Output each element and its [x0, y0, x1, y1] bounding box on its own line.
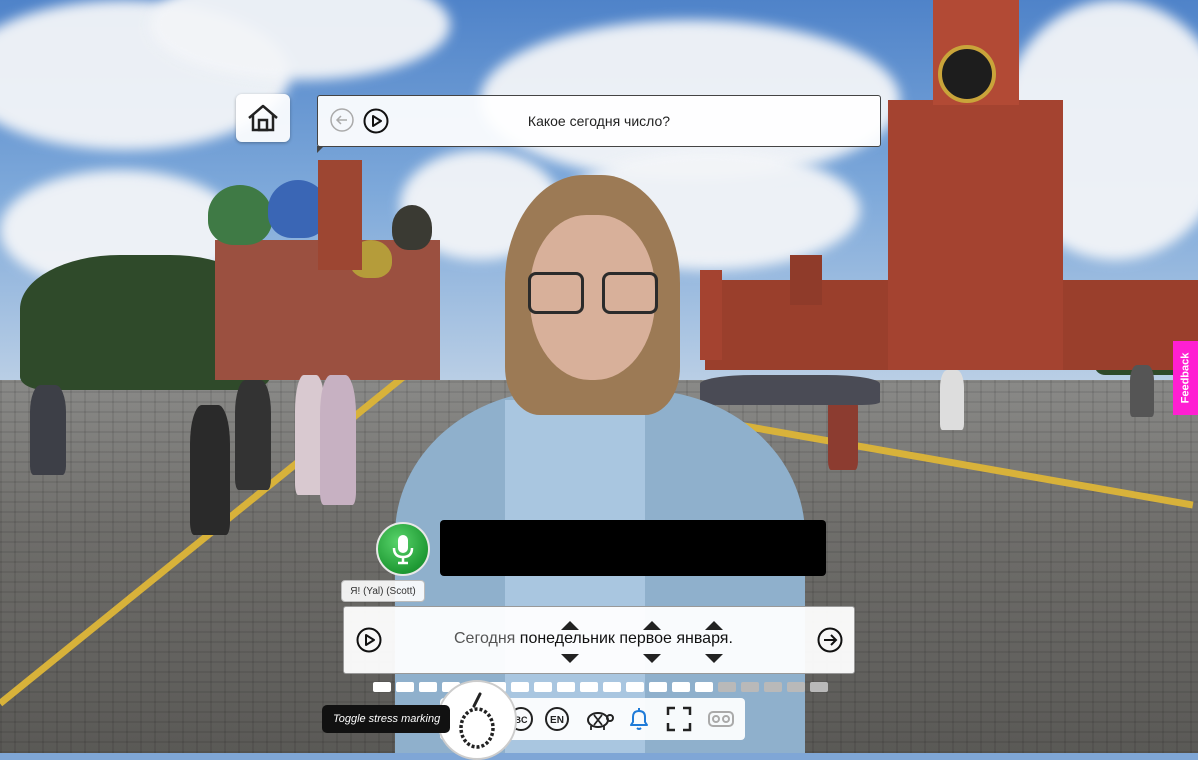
speaker-glasses	[602, 272, 658, 314]
pedestrian	[940, 370, 964, 430]
speech-transcript-box	[440, 520, 826, 576]
progress-segment	[649, 682, 667, 692]
progress-segment	[764, 682, 782, 692]
progress-segment	[534, 682, 552, 692]
speaker-glasses	[528, 272, 584, 314]
progress-segment	[695, 682, 713, 692]
pedestrian	[30, 385, 66, 475]
pedestrian	[235, 380, 271, 490]
word-stepper-1[interactable]	[559, 621, 581, 663]
progress-segment	[511, 682, 529, 692]
small-tower	[700, 270, 722, 360]
stepper-down-icon[interactable]	[561, 654, 579, 663]
fullscreen-icon[interactable]	[666, 706, 692, 732]
english-icon[interactable]: EN	[544, 706, 570, 732]
progress-segment	[603, 682, 621, 692]
question-bubble: Какое сегодня число?	[317, 95, 881, 153]
pedestrian	[700, 375, 880, 405]
feedback-label: Feedback	[1179, 352, 1192, 404]
progress-segment	[787, 682, 805, 692]
stress-marking-tooltip: Toggle stress marking	[322, 705, 450, 733]
dome	[392, 205, 432, 250]
dome	[208, 185, 272, 245]
svg-text:EN: EN	[550, 715, 564, 726]
microphone-icon	[392, 535, 414, 565]
stepper-down-icon[interactable]	[705, 654, 723, 663]
next-arrow-icon[interactable]	[817, 627, 843, 653]
pedestrian	[1130, 365, 1154, 417]
stress-marking-icon	[459, 692, 495, 749]
progress-segment	[626, 682, 644, 692]
progress-segment	[810, 682, 828, 692]
sentence-prefix: Сегодня	[454, 630, 516, 647]
small-tower	[790, 255, 822, 305]
voice-label: Я! (Yal) (Scott)	[341, 580, 425, 602]
answer-sentence-panel: Сегодня понедельник первое января.	[343, 606, 855, 674]
progress-segment	[396, 682, 414, 692]
turtle-icon[interactable]	[584, 706, 614, 732]
progress-segment	[373, 682, 391, 692]
bell-icon[interactable]	[626, 706, 652, 732]
feedback-tab[interactable]: Feedback	[1173, 341, 1198, 415]
home-button[interactable]	[236, 94, 290, 142]
stepper-up-icon[interactable]	[561, 621, 579, 630]
pedestrian	[320, 375, 356, 505]
answer-sentence: Сегодня понедельник первое января.	[454, 630, 733, 648]
progress-segment	[419, 682, 437, 692]
pedestrian	[190, 405, 230, 535]
progress-segment	[741, 682, 759, 692]
word-stepper-2[interactable]	[641, 621, 663, 663]
vr-headset-icon[interactable]	[707, 706, 735, 732]
word-stepper-3[interactable]	[703, 621, 725, 663]
tower-clock	[938, 45, 996, 103]
cathedral-spire	[318, 160, 362, 270]
progress-segment	[718, 682, 736, 692]
home-icon	[248, 104, 278, 132]
progress-segment	[557, 682, 575, 692]
play-icon[interactable]	[356, 627, 382, 653]
microphone-button[interactable]	[376, 522, 430, 576]
stepper-up-icon[interactable]	[643, 621, 661, 630]
progress-segment	[580, 682, 598, 692]
stepper-up-icon[interactable]	[705, 621, 723, 630]
stepper-down-icon[interactable]	[643, 654, 661, 663]
spasskaya-tower	[888, 100, 1063, 370]
lesson-progress-bar	[373, 682, 828, 694]
progress-segment	[672, 682, 690, 692]
question-text: Какое сегодня число?	[527, 113, 671, 129]
